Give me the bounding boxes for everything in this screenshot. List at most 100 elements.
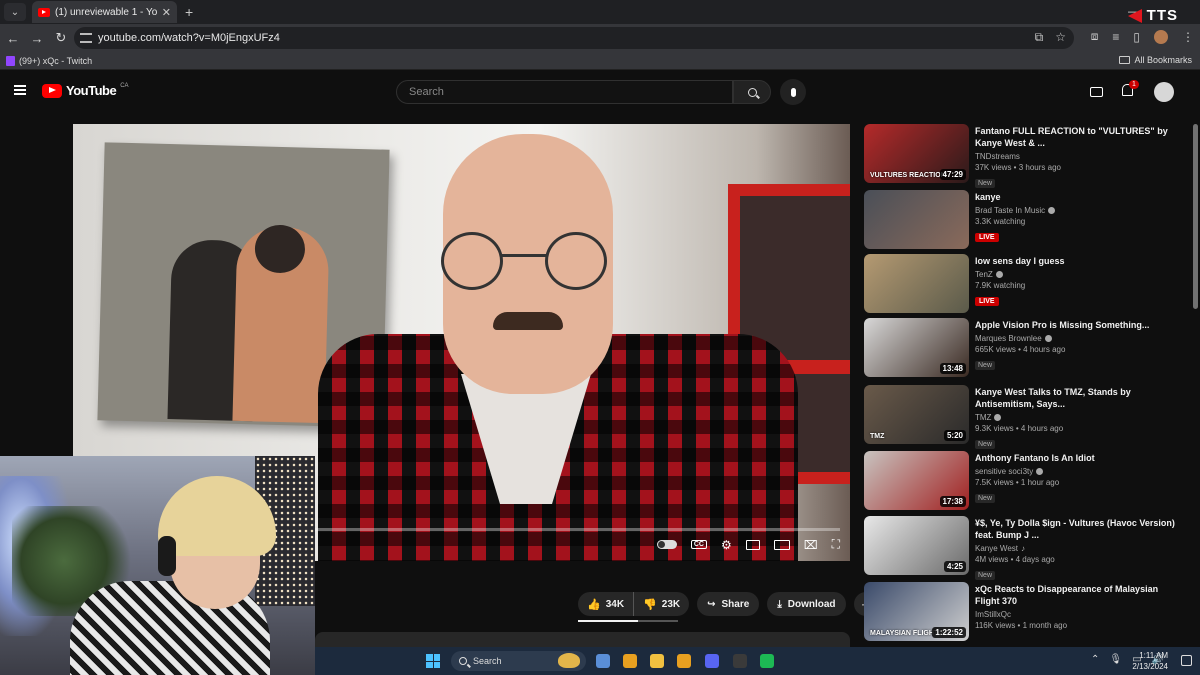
new-tab-button[interactable]: + [185, 4, 193, 20]
channel-name[interactable]: Kanye West [975, 544, 1018, 553]
channel-name[interactable]: sensitive soci3ty [975, 467, 1033, 476]
chrome-app-icon[interactable] [623, 654, 637, 668]
site-settings-icon[interactable] [80, 33, 92, 43]
search-icon [747, 87, 757, 97]
like-ratio-fill [578, 620, 638, 622]
reload-icon[interactable]: ↻ [50, 30, 72, 46]
account-avatar[interactable] [1154, 82, 1174, 102]
notifications-button[interactable]: 1 [1122, 80, 1139, 96]
notifications-icon[interactable] [1181, 655, 1192, 666]
channel-name[interactable]: ImStillxQc [975, 610, 1011, 619]
tab-close-icon[interactable]: ✕ [162, 6, 171, 19]
video-title[interactable]: Fantano FULL REACTION to "VULTURES" by K… [975, 125, 1185, 149]
create-video-icon[interactable] [1090, 87, 1103, 97]
spotify-app-icon[interactable] [760, 654, 774, 668]
video-title[interactable]: xQc Reacts to Disappearance of Malaysian… [975, 583, 1185, 607]
tab-search-button[interactable]: ⌄ [4, 3, 26, 21]
recommended-video[interactable]: MALAYSIAN FLIGHT 370 1:22:52 xQc Reacts to… [864, 582, 1189, 642]
fullscreen-icon[interactable]: ⛶ [832, 537, 840, 552]
channel-name[interactable]: Brad Taste In Music [975, 206, 1045, 215]
recommended-video[interactable]: kanye Brad Taste In Music 3.3K watching LIV… [864, 190, 1189, 250]
channel-name[interactable]: TMZ [975, 413, 991, 422]
video-title[interactable]: kanye [975, 191, 1185, 203]
channel-name[interactable]: TenZ [975, 270, 993, 279]
video-meta: 7.5K views • 1 hour ago [975, 478, 1060, 487]
video-thumbnail[interactable]: 4:25 [864, 516, 969, 575]
sidebar-scrollbar[interactable] [1193, 124, 1198, 309]
media-queue-icon[interactable]: ≡ [1112, 30, 1119, 44]
share-button[interactable]: ↪ Share [697, 592, 760, 616]
video-thumbnail[interactable]: MALAYSIAN FLIGHT 370 1:22:52 [864, 582, 969, 641]
thumbnail-text: VULTURES REACTION [870, 172, 946, 179]
dislike-count: 23K [661, 598, 681, 610]
video-thumbnail[interactable]: 13:48 [864, 318, 969, 377]
windows-start-icon[interactable] [426, 654, 440, 668]
video-meta: 665K views • 4 hours ago [975, 345, 1066, 354]
video-info: Anthony Fantano Is An Idiot sensitive soc… [975, 452, 1185, 505]
widgets-app-icon[interactable] [596, 654, 610, 668]
dislike-button[interactable]: 👎 23K [633, 592, 689, 616]
verified-check-icon [995, 271, 1003, 278]
recommended-video[interactable]: 4:25 ¥$, Ye, Ty Dolla $ign - Vultures (Ha… [864, 516, 1189, 580]
chrome-app-2-icon[interactable] [677, 654, 691, 668]
video-thumbnail[interactable]: 17:38 [864, 451, 969, 510]
like-button[interactable]: 👍 34K [578, 592, 633, 616]
theater-mode-icon[interactable] [773, 539, 790, 550]
settings-gear-icon[interactable]: ⚙ [721, 538, 732, 552]
extensions-icon[interactable]: ⧈ [1091, 29, 1099, 44]
video-thumbnail[interactable]: VULTURES REACTION 47:29 [864, 124, 969, 183]
all-bookmarks-button[interactable]: All Bookmarks [1119, 55, 1192, 65]
forward-arrow-icon[interactable]: → [26, 31, 48, 46]
download-button[interactable]: ⤓ Download [767, 592, 846, 616]
notification-badge: 1 [1129, 80, 1139, 89]
miniplayer-icon[interactable] [745, 539, 760, 550]
video-thumbnail[interactable]: TMZ 5:20 [864, 385, 969, 444]
youtube-favicon-icon [38, 7, 50, 17]
glasses-lens [545, 232, 607, 290]
video-thumbnail[interactable] [864, 254, 969, 313]
hamburger-menu-icon[interactable] [14, 85, 26, 95]
obs-app-icon[interactable] [733, 654, 747, 668]
back-arrow-icon[interactable]: ← [2, 31, 24, 46]
channel-name[interactable]: Marques Brownlee [975, 334, 1042, 343]
subtitles-icon[interactable]: CC [690, 540, 707, 549]
install-app-icon[interactable]: ⧉ [1035, 30, 1044, 45]
recommended-video[interactable]: 13:48 Apple Vision Pro is Missing Somethi… [864, 318, 1189, 378]
channel-name[interactable]: TNDstreams [975, 152, 1020, 161]
recommended-video[interactable]: 17:38 Anthony Fantano Is An Idiot sensitiv… [864, 451, 1189, 511]
recommended-video[interactable]: TMZ 5:20 Kanye West Talks to TMZ, Stands b… [864, 385, 1189, 449]
bookmark-twitch[interactable]: (99+) xQc - Twitch [6, 55, 92, 66]
video-thumbnail[interactable] [864, 190, 969, 249]
menu-kebab-icon[interactable]: ⋮ [1182, 30, 1194, 44]
profile-avatar-icon[interactable] [1154, 29, 1168, 44]
address-bar[interactable]: youtube.com/watch?v=M0jEngxUFz4 ⧉ ☆ [74, 27, 1074, 49]
side-panel-icon[interactable]: ▯ [1133, 30, 1140, 44]
youtube-logo[interactable]: YouTube CA [42, 83, 129, 98]
taskbar-search[interactable]: Search [451, 651, 586, 671]
recommended-video[interactable]: low sens day I guess TenZ 7.9K watching LIV… [864, 254, 1189, 314]
video-meta: 7.9K watching [975, 281, 1026, 290]
share-arrow-icon: ↪ [707, 598, 716, 610]
search-button[interactable] [733, 80, 771, 104]
video-info: Kanye West Talks to TMZ, Stands by Antis… [975, 386, 1185, 451]
video-title[interactable]: low sens day I guess [975, 255, 1185, 267]
file-explorer-app-icon[interactable] [650, 654, 664, 668]
video-title[interactable]: Apple Vision Pro is Missing Something... [975, 319, 1185, 331]
video-title[interactable]: Kanye West Talks to TMZ, Stands by Antis… [975, 386, 1185, 410]
video-title[interactable]: Anthony Fantano Is An Idiot [975, 452, 1185, 464]
new-badge: New [975, 494, 996, 503]
video-duration: 5:20 [943, 430, 966, 441]
cast-icon[interactable]: ⌧ [804, 538, 818, 552]
autoplay-toggle[interactable] [656, 540, 677, 549]
red-arrow-icon [1128, 9, 1142, 23]
bookmark-star-icon[interactable]: ☆ [1055, 30, 1066, 45]
like-ratio-bar [578, 620, 678, 622]
video-title[interactable]: ¥$, Ye, Ty Dolla $ign - Vultures (Havoc … [975, 517, 1185, 541]
taskbar-clock[interactable]: 1:11 AM 2/13/2024 [1088, 650, 1168, 672]
recommended-video[interactable]: VULTURES REACTION 47:29 Fantano FULL REACT… [864, 124, 1189, 188]
discord-app-icon[interactable] [705, 654, 719, 668]
voice-search-button[interactable] [780, 79, 806, 105]
search-input[interactable]: Search [396, 80, 733, 104]
browser-tab-youtube[interactable]: (1) unreviewable 1 - YouTube ✕ [32, 1, 177, 23]
description-box[interactable] [315, 632, 850, 648]
